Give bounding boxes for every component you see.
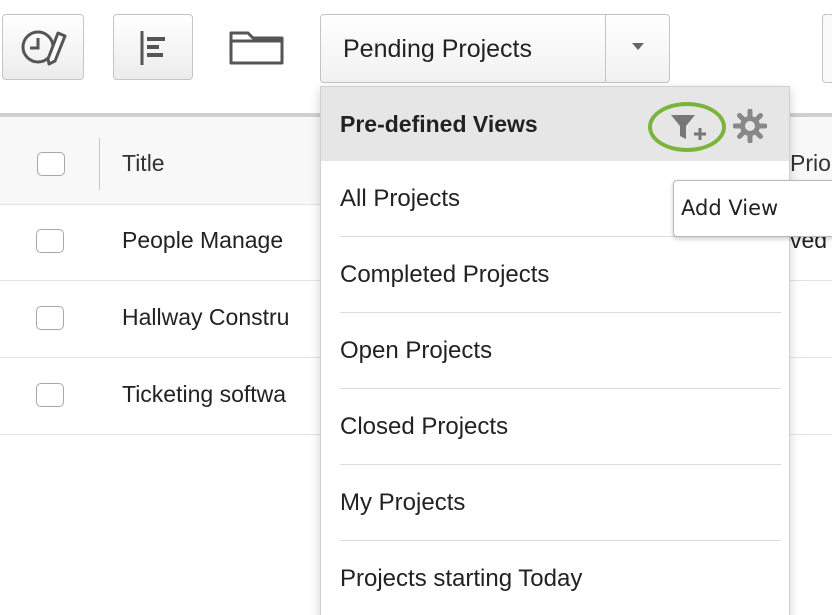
menu-item-label: My Projects <box>340 489 466 516</box>
caret-down-icon <box>632 43 644 50</box>
menu-item-label: Open Projects <box>340 337 493 364</box>
toolbar-button-partial[interactable] <box>822 14 832 83</box>
view-selector-toggle[interactable] <box>605 15 669 82</box>
project-title[interactable]: People Manage <box>122 227 283 254</box>
gear-icon[interactable] <box>733 109 767 143</box>
menu-item-label: Closed Projects <box>340 413 509 440</box>
menu-item-label: Completed Projects <box>340 261 550 288</box>
gantt-chart-icon <box>140 31 165 65</box>
views-menu-header: Pre-defined Views <box>321 87 789 161</box>
column-divider <box>99 138 100 190</box>
folder-icon[interactable] <box>228 26 286 66</box>
row-checkbox[interactable] <box>36 383 64 407</box>
menu-item-projects-starting-today[interactable]: Projects starting Today <box>321 541 789 615</box>
menu-item-open-projects[interactable]: Open Projects <box>321 313 789 389</box>
menu-item-closed-projects[interactable]: Closed Projects <box>321 389 789 465</box>
views-menu-title: Pre-defined Views <box>340 111 538 137</box>
column-header-priority[interactable]: Prio <box>790 150 831 177</box>
add-view-button[interactable] <box>648 102 726 152</box>
menu-item-label: Projects starting Today <box>340 565 583 592</box>
column-header-title[interactable]: Title <box>122 150 165 177</box>
filter-plus-icon <box>671 115 706 140</box>
row-checkbox[interactable] <box>36 306 64 330</box>
add-view-tooltip: Add View <box>673 180 832 237</box>
menu-item-my-projects[interactable]: My Projects <box>321 465 789 541</box>
clock-pencil-icon <box>21 30 67 66</box>
timesheet-button[interactable] <box>2 14 84 80</box>
gantt-view-button[interactable] <box>113 14 193 80</box>
view-selector-dropdown[interactable]: Pending Projects <box>320 14 670 83</box>
project-title[interactable]: Hallway Constru <box>122 304 289 331</box>
row-checkbox[interactable] <box>36 229 64 253</box>
select-all-checkbox[interactable] <box>37 152 65 176</box>
project-title[interactable]: Ticketing softwa <box>122 381 286 408</box>
menu-item-label: All Projects <box>340 185 461 212</box>
selected-view-label: Pending Projects <box>343 35 533 63</box>
views-dropdown-menu: Pre-defined Views All Projects Completed… <box>320 86 790 615</box>
menu-item-completed-projects[interactable]: Completed Projects <box>321 237 789 313</box>
